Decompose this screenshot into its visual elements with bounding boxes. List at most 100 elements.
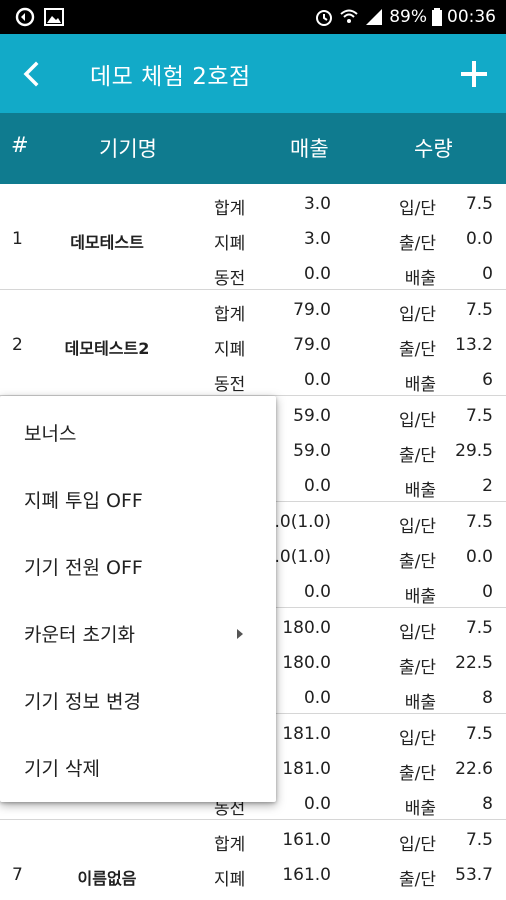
row-label: 동전	[214, 375, 246, 395]
quantity-label: 배출	[404, 269, 436, 289]
quantity-value: 7.5	[465, 194, 493, 214]
quantity-value: 0.0	[465, 547, 493, 567]
table-header: # 기기명 매출 수량	[0, 113, 506, 184]
quantity-value: 7.5	[465, 512, 493, 532]
page-title: 데모 체험 2호점	[90, 63, 251, 90]
row-index: 2	[12, 335, 23, 355]
menu-item-bill-input-off[interactable]: 지폐 투입 OFF	[0, 466, 276, 533]
row-label: 합계	[214, 199, 246, 219]
column-sales: 매출	[290, 137, 329, 161]
quantity-label: 입/단	[398, 835, 436, 855]
row-label: 동전	[214, 269, 246, 289]
menu-item-label: 기기 삭제	[24, 758, 100, 780]
sales-value: 181.0	[282, 759, 331, 779]
status-left	[14, 7, 64, 27]
status-time: 00:36	[447, 7, 496, 27]
device-name: 데모테스트	[70, 233, 144, 252]
menu-item-label: 카운터 초기화	[24, 624, 135, 646]
sales-value: 0.0	[303, 264, 331, 284]
quantity-value: 7.5	[465, 724, 493, 744]
quantity-value: 29.5	[455, 441, 493, 461]
sales-value: 180.0	[282, 653, 331, 673]
quantity-value: 0	[482, 264, 493, 284]
sales-value: 0.0	[303, 476, 331, 496]
context-menu: 보너스지폐 투입 OFF 기기 전원 OFF 카운터 초기화기기 정보 변경기기 삭…	[0, 396, 276, 802]
row-label: 합계	[214, 305, 246, 325]
quantity-label: 입/단	[398, 199, 436, 219]
sales-value: 59.0	[293, 441, 331, 461]
chevron-left-icon	[23, 61, 39, 86]
row-label: 합계	[214, 835, 246, 855]
column-name: 기기명	[99, 137, 157, 161]
status-bar: 89% 00:36	[0, 0, 506, 34]
table-row[interactable]: 1 데모테스트 합계 3.0 입/단 7.5 지폐 3.0 출/단 0.0 동전 0.0 배출 0	[0, 184, 506, 290]
menu-item-power-off[interactable]: 기기 전원 OFF	[0, 533, 276, 600]
wifi-icon	[340, 9, 358, 23]
sales-value: 161.0	[282, 830, 331, 850]
quantity-label: 입/단	[398, 411, 436, 431]
quantity-label: 입/단	[398, 729, 436, 749]
quantity-label: 출/단	[398, 658, 436, 678]
quantity-value: 8	[482, 688, 493, 708]
menu-item-label: 지폐 투입 OFF	[24, 490, 143, 512]
menu-item-reset-counter[interactable]: 카운터 초기화	[0, 600, 276, 667]
quantity-value: 0.0	[465, 229, 493, 249]
quantity-label: 배출	[404, 799, 436, 819]
status-right: 89% 00:36	[314, 7, 496, 27]
quantity-value: 53.7	[455, 865, 493, 885]
signal-icon	[366, 9, 383, 25]
row-index: 7	[12, 865, 23, 885]
menu-item-bonus[interactable]: 보너스	[0, 399, 276, 466]
quantity-label: 출/단	[398, 552, 436, 572]
quantity-label: 출/단	[398, 340, 436, 360]
quantity-value: 8	[482, 794, 493, 814]
sales-value: 79.0	[293, 300, 331, 320]
sales-value: 181.0	[282, 724, 331, 744]
sync-app-icon	[15, 7, 35, 27]
quantity-label: 출/단	[398, 870, 436, 890]
sales-value: 0.0	[303, 794, 331, 814]
app-bar: 데모 체험 2호점	[0, 34, 506, 113]
quantity-value: 7.5	[465, 300, 493, 320]
sales-value: 3.0	[303, 194, 331, 214]
quantity-value: 13.2	[455, 335, 493, 355]
quantity-value: 7.5	[465, 830, 493, 850]
quantity-value: 22.6	[455, 759, 493, 779]
alarm-icon	[316, 10, 333, 26]
sales-value: 3.0	[303, 229, 331, 249]
sales-value: 180.0	[282, 618, 331, 638]
column-index: #	[11, 133, 29, 157]
sales-value: 0.0	[303, 582, 331, 602]
quantity-label: 입/단	[398, 517, 436, 537]
quantity-label: 입/단	[398, 305, 436, 325]
quantity-label: 출/단	[398, 764, 436, 784]
table-row[interactable]: 7 이름없음 합계 161.0 입/단 7.5 지폐 161.0 출/단 53.7	[0, 820, 506, 900]
device-name: 이름없음	[77, 869, 137, 888]
row-label: 지폐	[214, 234, 246, 254]
menu-item-edit-info[interactable]: 기기 정보 변경	[0, 667, 276, 734]
menu-item-delete[interactable]: 기기 삭제	[0, 734, 276, 801]
quantity-label: 출/단	[398, 446, 436, 466]
sales-value: 59.0	[293, 406, 331, 426]
add-button[interactable]	[442, 34, 506, 113]
quantity-value: 22.5	[455, 653, 493, 673]
quantity-label: 출/단	[398, 234, 436, 254]
sales-value: 79.0	[293, 335, 331, 355]
battery-percent: 89%	[389, 7, 427, 27]
battery-icon	[432, 8, 442, 26]
table-row[interactable]: 2 데모테스트2 합계 79.0 입/단 7.5 지폐 79.0 출/단 13.2 동전 0.0 배출 6	[0, 290, 506, 396]
quantity-value: 2	[482, 476, 493, 496]
row-label: 지폐	[214, 340, 246, 360]
image-icon	[44, 8, 64, 26]
menu-item-label: 보너스	[24, 423, 77, 445]
back-button[interactable]	[0, 34, 62, 113]
quantity-value: 6	[482, 370, 493, 390]
quantity-label: 배출	[404, 587, 436, 607]
quantity-label: 배출	[404, 481, 436, 501]
menu-item-label: 기기 전원 OFF	[24, 557, 143, 579]
plus-icon	[461, 60, 487, 87]
quantity-label: 배출	[404, 693, 436, 713]
quantity-value: 7.5	[465, 406, 493, 426]
column-quantity: 수량	[414, 137, 453, 161]
row-label: 지폐	[214, 870, 246, 890]
